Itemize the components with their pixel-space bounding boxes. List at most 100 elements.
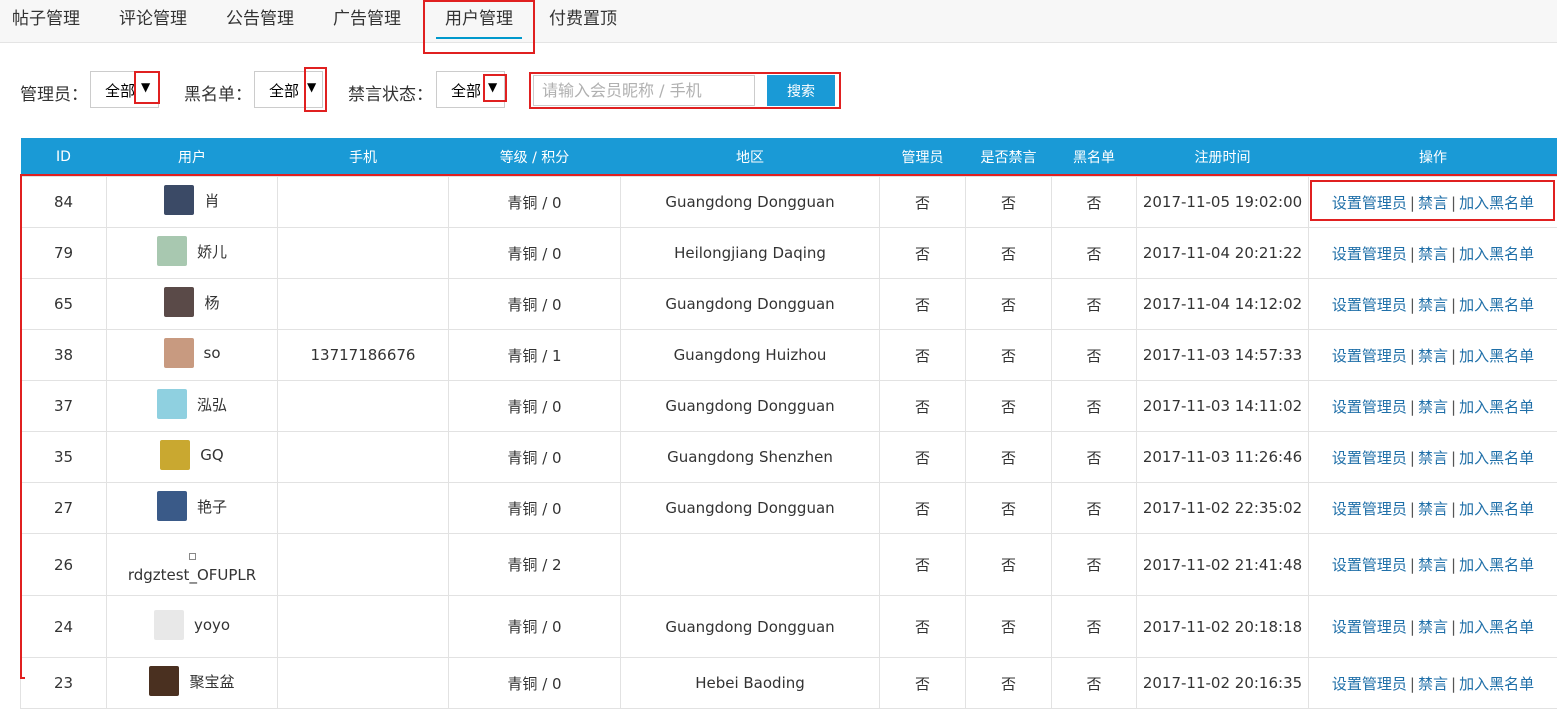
- cell-level: 青铜 / 0: [449, 658, 621, 709]
- user-name: 杨: [204, 292, 219, 313]
- set-admin-link[interactable]: 设置管理员: [1332, 245, 1407, 263]
- separator: |: [1451, 347, 1456, 365]
- cell-phone: [278, 432, 449, 483]
- cell-phone: [278, 279, 449, 330]
- avatar: [164, 185, 194, 215]
- set-admin-link[interactable]: 设置管理员: [1332, 618, 1407, 636]
- cell-level: 青铜 / 0: [449, 228, 621, 279]
- avatar: [164, 287, 194, 317]
- cell-muted: 否: [966, 658, 1052, 709]
- mute-link[interactable]: 禁言: [1418, 675, 1448, 693]
- cell-phone: [278, 658, 449, 709]
- cell-actions: 设置管理员|禁言|加入黑名单: [1309, 483, 1557, 534]
- avatar: [154, 610, 184, 640]
- user-info: 泓弘: [157, 389, 227, 419]
- blacklist-link[interactable]: 加入黑名单: [1459, 347, 1534, 365]
- tab-paid-top[interactable]: 付费置顶: [547, 0, 619, 42]
- blacklist-filter-select[interactable]: 全部 ▼: [254, 71, 323, 108]
- set-admin-link[interactable]: 设置管理员: [1332, 556, 1407, 574]
- dropdown-arrow-icon[interactable]: ▼: [307, 80, 316, 94]
- cell-phone: [278, 483, 449, 534]
- cell-user: yoyo: [107, 596, 278, 658]
- blacklist-link[interactable]: 加入黑名单: [1459, 296, 1534, 314]
- set-admin-link[interactable]: 设置管理员: [1332, 398, 1407, 416]
- mute-link[interactable]: 禁言: [1418, 245, 1448, 263]
- set-admin-link[interactable]: 设置管理员: [1332, 347, 1407, 365]
- search-button[interactable]: 搜索: [767, 75, 835, 106]
- blacklist-link[interactable]: 加入黑名单: [1459, 618, 1534, 636]
- cell-blacklist: 否: [1052, 381, 1137, 432]
- cell-actions: 设置管理员|禁言|加入黑名单: [1309, 228, 1557, 279]
- set-admin-link[interactable]: 设置管理员: [1332, 194, 1407, 212]
- mute-link[interactable]: 禁言: [1418, 347, 1448, 365]
- table-row: 26rdgztest_OFUPLR青铜 / 2否否否2017-11-02 21:…: [21, 534, 1557, 596]
- cell-phone: [278, 177, 449, 228]
- cell-actions: 设置管理员|禁言|加入黑名单: [1309, 279, 1557, 330]
- blacklist-link[interactable]: 加入黑名单: [1459, 194, 1534, 212]
- blacklist-link[interactable]: 加入黑名单: [1459, 675, 1534, 693]
- separator: |: [1410, 245, 1415, 263]
- column-header: ID: [21, 138, 107, 177]
- separator: |: [1410, 398, 1415, 416]
- set-admin-link[interactable]: 设置管理员: [1332, 449, 1407, 467]
- cell-phone: 13717186676: [278, 330, 449, 381]
- tab-posts[interactable]: 帖子管理: [10, 0, 82, 42]
- separator: |: [1410, 296, 1415, 314]
- set-admin-link[interactable]: 设置管理员: [1332, 675, 1407, 693]
- cell-region: [621, 534, 880, 596]
- tab-users[interactable]: 用户管理: [430, 0, 528, 42]
- table-header-row: ID用户手机等级 / 积分地区管理员是否禁言黑名单注册时间操作: [21, 138, 1557, 177]
- mute-link[interactable]: 禁言: [1418, 398, 1448, 416]
- cell-register-time: 2017-11-04 14:12:02: [1137, 279, 1309, 330]
- cell-admin: 否: [880, 330, 966, 381]
- tab-ads[interactable]: 广告管理: [331, 0, 403, 42]
- table-row: 84肖青铜 / 0Guangdong Dongguan否否否2017-11-05…: [21, 177, 1557, 228]
- cell-region: Guangdong Dongguan: [621, 381, 880, 432]
- table-row: 35GQ青铜 / 0Guangdong Shenzhen否否否2017-11-0…: [21, 432, 1557, 483]
- cell-admin: 否: [880, 596, 966, 658]
- blacklist-link[interactable]: 加入黑名单: [1459, 556, 1534, 574]
- set-admin-link[interactable]: 设置管理员: [1332, 296, 1407, 314]
- blacklist-link[interactable]: 加入黑名单: [1459, 398, 1534, 416]
- cell-register-time: 2017-11-03 14:11:02: [1137, 381, 1309, 432]
- mute-link[interactable]: 禁言: [1418, 296, 1448, 314]
- blacklist-link[interactable]: 加入黑名单: [1459, 449, 1534, 467]
- dropdown-arrow-icon[interactable]: ▼: [488, 80, 497, 94]
- avatar: [164, 338, 194, 368]
- cell-admin: 否: [880, 432, 966, 483]
- mute-link[interactable]: 禁言: [1418, 500, 1448, 518]
- blacklist-link[interactable]: 加入黑名单: [1459, 245, 1534, 263]
- user-name: 娇儿: [197, 241, 227, 262]
- mute-link[interactable]: 禁言: [1418, 194, 1448, 212]
- cell-admin: 否: [880, 177, 966, 228]
- column-header: 注册时间: [1137, 138, 1309, 177]
- dropdown-arrow-icon[interactable]: ▼: [141, 80, 150, 94]
- tab-comments[interactable]: 评论管理: [117, 0, 189, 42]
- cell-region: Guangdong Dongguan: [621, 596, 880, 658]
- cell-actions: 设置管理员|禁言|加入黑名单: [1309, 381, 1557, 432]
- user-info: 娇儿: [157, 236, 227, 266]
- column-header: 管理员: [880, 138, 966, 177]
- mute-filter-value: 全部: [451, 80, 481, 101]
- set-admin-link[interactable]: 设置管理员: [1332, 500, 1407, 518]
- cell-phone: [278, 381, 449, 432]
- user-name: so: [204, 344, 221, 362]
- cell-phone: [278, 228, 449, 279]
- cell-id: 24: [21, 596, 107, 658]
- cell-register-time: 2017-11-02 20:18:18: [1137, 596, 1309, 658]
- cell-id: 84: [21, 177, 107, 228]
- blacklist-link[interactable]: 加入黑名单: [1459, 500, 1534, 518]
- separator: |: [1410, 347, 1415, 365]
- search-input[interactable]: [533, 75, 755, 106]
- admin-filter-select[interactable]: 全部 ▼: [90, 71, 159, 108]
- cell-level: 青铜 / 0: [449, 596, 621, 658]
- mute-filter-select[interactable]: 全部 ▼: [436, 71, 505, 108]
- separator: |: [1410, 618, 1415, 636]
- user-info: yoyo: [154, 610, 230, 640]
- user-name: rdgztest_OFUPLR: [128, 566, 256, 584]
- mute-link[interactable]: 禁言: [1418, 556, 1448, 574]
- tab-announcements[interactable]: 公告管理: [224, 0, 296, 42]
- table-body: 84肖青铜 / 0Guangdong Dongguan否否否2017-11-05…: [21, 177, 1557, 709]
- mute-link[interactable]: 禁言: [1418, 449, 1448, 467]
- mute-link[interactable]: 禁言: [1418, 618, 1448, 636]
